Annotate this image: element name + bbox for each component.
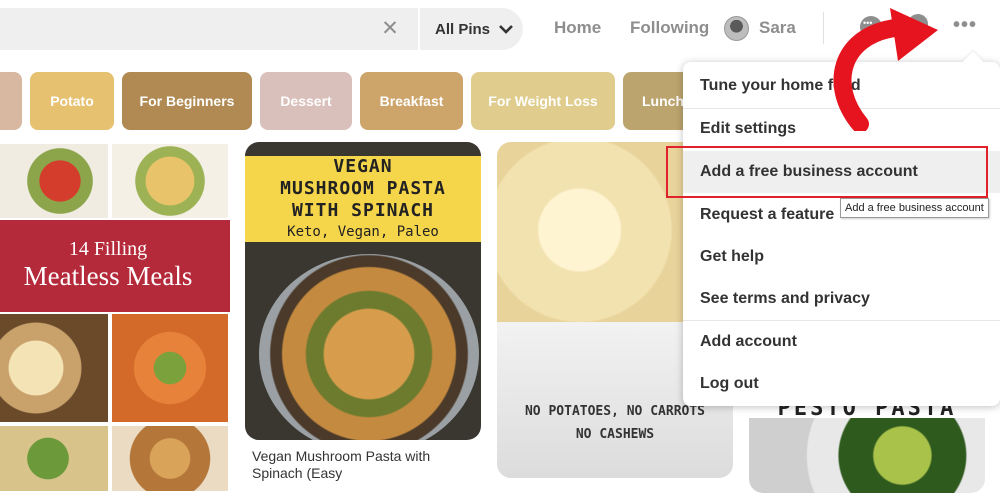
food-image (0, 142, 110, 220)
menu-item-get-help[interactable]: Get help (683, 236, 1000, 278)
category-chip-for-beginners[interactable]: For Beginners (122, 72, 252, 130)
pin-text-line2: NO CASHEWS (575, 427, 655, 442)
chevron-down-icon (499, 25, 513, 34)
search-scope-dropdown[interactable]: All Pins (420, 8, 523, 50)
category-chip-dessert[interactable]: Dessert (260, 72, 352, 130)
pin-banner: VEGAN MUSHROOM PASTA WITH SPINACH Keto, … (245, 156, 481, 242)
food-image (749, 418, 985, 493)
category-label: Lunch (642, 93, 684, 109)
category-chip-breakfast[interactable]: Breakfast (360, 72, 463, 130)
food-image (110, 424, 230, 493)
category-label: For Beginners (139, 93, 235, 109)
pin-banner-title: MUSHROOM PASTA (280, 178, 446, 199)
collage-title-line2: Meatless Meals (23, 261, 193, 291)
category-label: Breakfast (379, 93, 444, 109)
search-scope-label: All Pins (435, 20, 491, 38)
category-label: Potato (50, 93, 94, 109)
collage-title-line1: 14 Filling (68, 238, 148, 260)
pin-caption[interactable]: Vegan Mushroom Pasta with Spinach (Easy (252, 448, 472, 482)
menu-item-log-out[interactable]: Log out (683, 363, 1000, 405)
pin-banner-title: VEGAN (333, 156, 393, 177)
profile-link[interactable]: Sara (724, 14, 796, 42)
pin-text: NO POTATOES, NO CARROTS NO CASHEWS (497, 400, 733, 446)
pin-banner-subtitle: Keto, Vegan, Paleo (287, 224, 439, 240)
pin-banner-title: WITH SPINACH (291, 200, 435, 221)
annotation-arrow-icon (833, 8, 938, 131)
pin-meatless-meals[interactable]: 14 Filling Meatless Meals (0, 142, 230, 493)
search-input[interactable] (0, 8, 360, 50)
category-chip-potato[interactable]: Potato (30, 72, 114, 130)
food-image (0, 424, 110, 493)
category-chip[interactable] (0, 72, 22, 130)
food-image (0, 312, 110, 424)
food-image (110, 142, 230, 220)
food-image (259, 254, 479, 440)
search-bar: ✕ All Pins (0, 8, 523, 50)
category-label: Dessert (280, 93, 332, 109)
category-chip-for-weight-loss[interactable]: For Weight Loss (471, 72, 615, 130)
tooltip: Add a free business account (840, 198, 989, 218)
nav-home[interactable]: Home (554, 16, 601, 40)
food-image (110, 312, 230, 424)
pin-vegan-mushroom-pasta[interactable]: VEGAN MUSHROOM PASTA WITH SPINACH Keto, … (245, 142, 481, 440)
collage-title-band: 14 Filling Meatless Meals (0, 220, 230, 312)
profile-name: Sara (759, 18, 796, 37)
menu-item-add-account[interactable]: Add account (683, 321, 1000, 363)
close-icon[interactable]: ✕ (376, 17, 404, 41)
nav-following[interactable]: Following (630, 16, 709, 40)
category-label: For Weight Loss (488, 93, 598, 109)
annotation-highlight-box (666, 146, 988, 198)
avatar (724, 15, 749, 41)
menu-item-terms-privacy[interactable]: See terms and privacy (683, 278, 1000, 320)
more-icon[interactable]: ••• (953, 15, 979, 38)
